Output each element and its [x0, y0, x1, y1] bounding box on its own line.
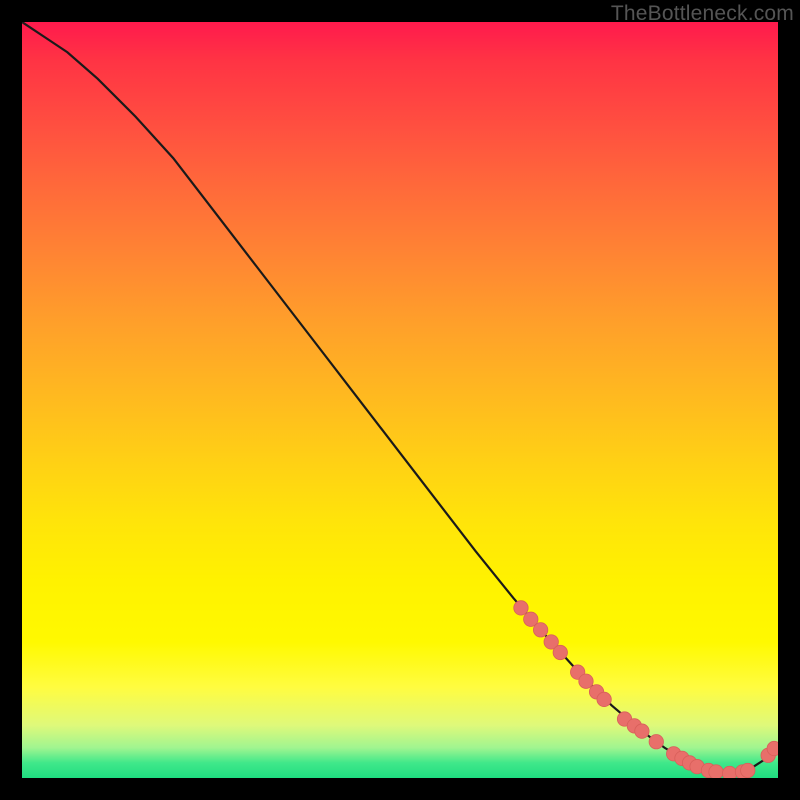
data-point	[722, 766, 736, 778]
curve-line	[22, 22, 778, 773]
chart-svg	[22, 22, 778, 778]
data-point	[514, 601, 528, 615]
data-point	[709, 765, 723, 778]
data-point	[597, 692, 611, 706]
data-point	[767, 741, 778, 755]
data-point	[635, 724, 649, 738]
curve-markers	[514, 601, 778, 778]
data-point	[533, 623, 547, 637]
data-point	[579, 674, 593, 688]
data-point	[741, 763, 755, 777]
data-point	[649, 735, 663, 749]
data-point	[553, 645, 567, 659]
